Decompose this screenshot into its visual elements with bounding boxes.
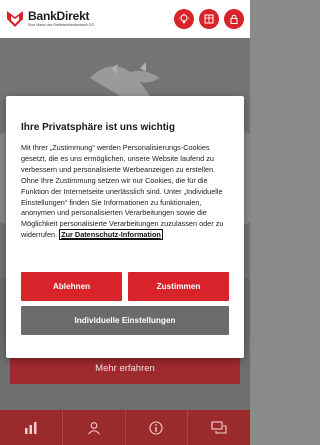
bottom-navigation xyxy=(0,410,250,445)
info-icon[interactable] xyxy=(126,410,189,445)
lightbulb-icon[interactable] xyxy=(174,9,194,29)
user-icon[interactable] xyxy=(63,410,126,445)
privacy-info-link[interactable]: Zur Datenschutz-Information xyxy=(59,229,163,241)
dialog-title: Ihre Privatsphäre ist uns wichtig xyxy=(21,122,175,133)
chart-icon[interactable] xyxy=(0,410,63,445)
brand-tagline: Eine Marke der Raiffeisenlandesbank OÖ xyxy=(28,23,95,28)
brand-mark-icon xyxy=(6,9,24,29)
individual-settings-button[interactable]: Individuelle Einstellungen xyxy=(21,306,229,335)
chat-icon[interactable] xyxy=(188,410,250,445)
dialog-body-text: Mit Ihrer „Zustimmung“ werden Personalis… xyxy=(21,143,224,240)
privacy-consent-dialog: Ihre Privatsphäre ist uns wichtig Mit Ih… xyxy=(6,96,244,358)
brand-logo[interactable]: BankDirekt Eine Marke der Raiffeisenland… xyxy=(6,9,94,29)
lock-icon[interactable] xyxy=(224,9,244,29)
accept-button[interactable]: Zustimmen xyxy=(128,272,229,301)
brand-name: BankDirekt xyxy=(28,9,90,24)
apps-icon[interactable] xyxy=(199,9,219,29)
dialog-body: Mit Ihrer „Zustimmung“ werden Personalis… xyxy=(21,143,229,241)
site-header: BankDirekt Eine Marke der Raiffeisenland… xyxy=(0,0,250,38)
reject-button[interactable]: Ablehnen xyxy=(21,272,122,301)
